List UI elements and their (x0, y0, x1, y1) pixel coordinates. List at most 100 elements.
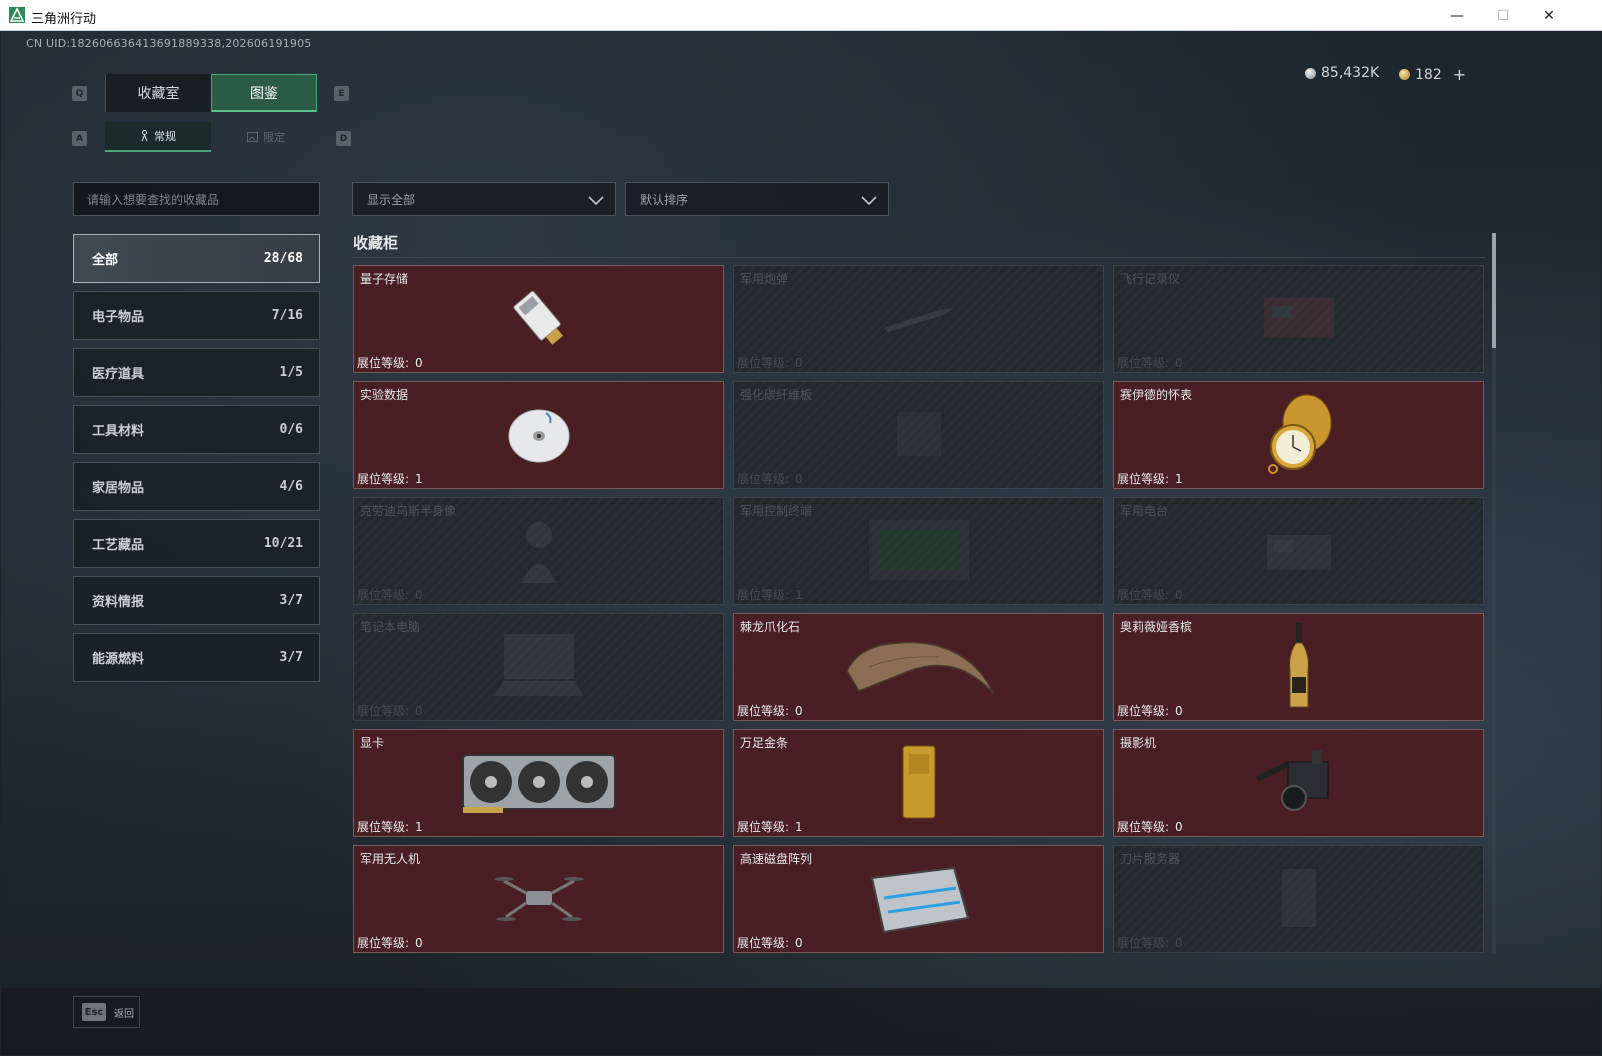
display-level: 展位等级: 0 (357, 934, 423, 951)
display-level: 展位等级: 0 (737, 702, 803, 719)
collection-card[interactable]: 军用电台 展位等级: 0 (1113, 497, 1484, 605)
collection-card[interactable]: 奥莉薇娅香槟 展位等级: 0 (1113, 613, 1484, 721)
display-level: 展位等级: 0 (1117, 354, 1183, 371)
category-label: 工具材料 (92, 424, 145, 439)
display-level: 展位等级: 1 (737, 586, 803, 603)
display-level-label: 展位等级: (737, 588, 790, 602)
display-level-value: 0 (795, 704, 803, 718)
collection-card[interactable]: 军用无人机 展位等级: 0 (353, 845, 724, 953)
display-level-value: 0 (795, 936, 803, 950)
sort-value: 默认排序 (640, 192, 689, 207)
display-level-value: 0 (795, 356, 803, 370)
display-level-label: 展位等级: (1117, 704, 1170, 718)
display-level-label: 展位等级: (737, 356, 790, 370)
collection-card[interactable]: 高速磁盘阵列 展位等级: 0 (733, 845, 1104, 953)
display-level: 展位等级: 0 (737, 934, 803, 951)
collection-card[interactable]: 万足金条 展位等级: 1 (733, 729, 1104, 837)
display-level-value: 0 (1175, 356, 1183, 370)
back-button[interactable]: Esc 返回 (73, 996, 140, 1028)
collection-card[interactable]: 强化碳纤维板 展位等级: 0 (733, 381, 1104, 489)
display-level-label: 展位等级: (357, 588, 410, 602)
display-level: 展位等级: 1 (357, 470, 423, 487)
category-tools[interactable]: 工具材料 0/6 (73, 405, 320, 454)
category-household[interactable]: 家居物品 4/6 (73, 462, 320, 511)
category-count: 1/5 (279, 365, 303, 380)
image-icon (247, 132, 258, 142)
disc-icon (354, 396, 723, 472)
window-titlebar: 三角洲行动 — ☐ ✕ (0, 0, 1602, 31)
esc-key-icon: Esc (82, 1003, 106, 1021)
player-uid: CN UID:182606636413691889338,20260619190… (26, 37, 312, 50)
figure-icon (141, 130, 148, 142)
add-currency-button[interactable]: + (1453, 65, 1466, 84)
category-count: 10/21 (263, 536, 303, 551)
display-level-value: 0 (1175, 588, 1183, 602)
maximize-button[interactable]: ☐ (1480, 0, 1526, 31)
category-electronics[interactable]: 电子物品 7/16 (73, 291, 320, 340)
collection-card[interactable]: 实验数据 展位等级: 1 (353, 381, 724, 489)
window-title: 三角洲行动 (31, 12, 97, 27)
collection-card[interactable]: 飞行记录仪 展位等级: 0 (1113, 265, 1484, 373)
minimize-button[interactable]: — (1434, 0, 1480, 31)
display-level-value: 0 (795, 472, 803, 486)
subtab-regular-label: 常规 (154, 130, 176, 143)
display-level-label: 展位等级: (1117, 588, 1170, 602)
display-level: 展位等级: 0 (357, 354, 423, 371)
scrollbar-thumb[interactable] (1492, 233, 1496, 348)
collection-card[interactable]: 笔记本电脑 展位等级: 0 (353, 613, 724, 721)
carbon-plate-icon (734, 396, 1103, 472)
display-level-label: 展位等级: (357, 472, 410, 486)
collection-card[interactable]: 克劳迪乌斯半身像 展位等级: 0 (353, 497, 724, 605)
display-filter-select[interactable]: 显示全部 (352, 182, 616, 216)
tab-catalog[interactable]: 图鉴 (211, 74, 317, 112)
display-filter-value: 显示全部 (367, 192, 416, 207)
gpu-icon (354, 744, 723, 820)
collection-card[interactable]: 棘龙爪化石 展位等级: 0 (733, 613, 1104, 721)
category-all[interactable]: 全部 28/68 (73, 234, 320, 283)
bottom-bar (1, 988, 1601, 1055)
collection-card[interactable]: 摄影机 展位等级: 0 (1113, 729, 1484, 837)
display-level: 展位等级: 0 (737, 354, 803, 371)
subtab-regular[interactable]: 常规 (105, 122, 211, 152)
category-medical[interactable]: 医疗道具 1/5 (73, 348, 320, 397)
claw-fossil-icon (734, 628, 1103, 704)
subtab-limited[interactable]: 限定 (213, 122, 319, 152)
display-level-label: 展位等级: (737, 936, 790, 950)
display-level-value: 1 (1175, 472, 1183, 486)
shell-icon (734, 280, 1103, 356)
bust-icon (354, 512, 723, 588)
category-label: 家居物品 (92, 481, 145, 496)
category-crafts[interactable]: 工艺藏品 10/21 (73, 519, 320, 568)
display-level-value: 0 (1175, 704, 1183, 718)
display-level-label: 展位等级: (1117, 936, 1170, 950)
display-level-value: 0 (1175, 936, 1183, 950)
game-viewport: CN UID:182606636413691889338,20260619190… (1, 31, 1601, 1055)
terminal-icon (734, 512, 1103, 588)
sort-select[interactable]: 默认排序 (625, 182, 889, 216)
category-count: 28/68 (263, 251, 303, 266)
tab-collection-room[interactable]: 收藏室 (105, 74, 211, 112)
collection-search-input[interactable]: 请输入想要查找的收藏品 (73, 182, 320, 216)
category-intel[interactable]: 资料情报 3/7 (73, 576, 320, 625)
display-level-label: 展位等级: (357, 820, 410, 834)
category-count: 3/7 (279, 650, 303, 665)
silver-amount: 85,432K (1321, 65, 1380, 81)
key-hint-q: Q (72, 86, 87, 101)
display-level: 展位等级: 0 (1117, 702, 1183, 719)
subtab-limited-label: 限定 (263, 131, 285, 144)
collection-card[interactable]: 军用炮弹 展位等级: 0 (733, 265, 1104, 373)
close-button[interactable]: ✕ (1526, 0, 1572, 31)
collection-card[interactable]: 量子存储 展位等级: 0 (353, 265, 724, 373)
display-level-value: 1 (795, 588, 803, 602)
display-level: 展位等级: 1 (737, 818, 803, 835)
blade-server-icon (1114, 860, 1483, 936)
collection-card[interactable]: 显卡 展位等级: 1 (353, 729, 724, 837)
collection-card[interactable]: 刀片服务器 展位等级: 0 (1113, 845, 1484, 953)
collection-card[interactable]: 军用控制终端 展位等级: 1 (733, 497, 1104, 605)
display-level-label: 展位等级: (357, 356, 410, 370)
collection-card[interactable]: 赛伊德的怀表 展位等级: 1 (1113, 381, 1484, 489)
category-energy[interactable]: 能源燃料 3/7 (73, 633, 320, 682)
display-level: 展位等级: 0 (737, 470, 803, 487)
display-level-value: 0 (415, 356, 423, 370)
chevron-down-icon (861, 196, 877, 206)
